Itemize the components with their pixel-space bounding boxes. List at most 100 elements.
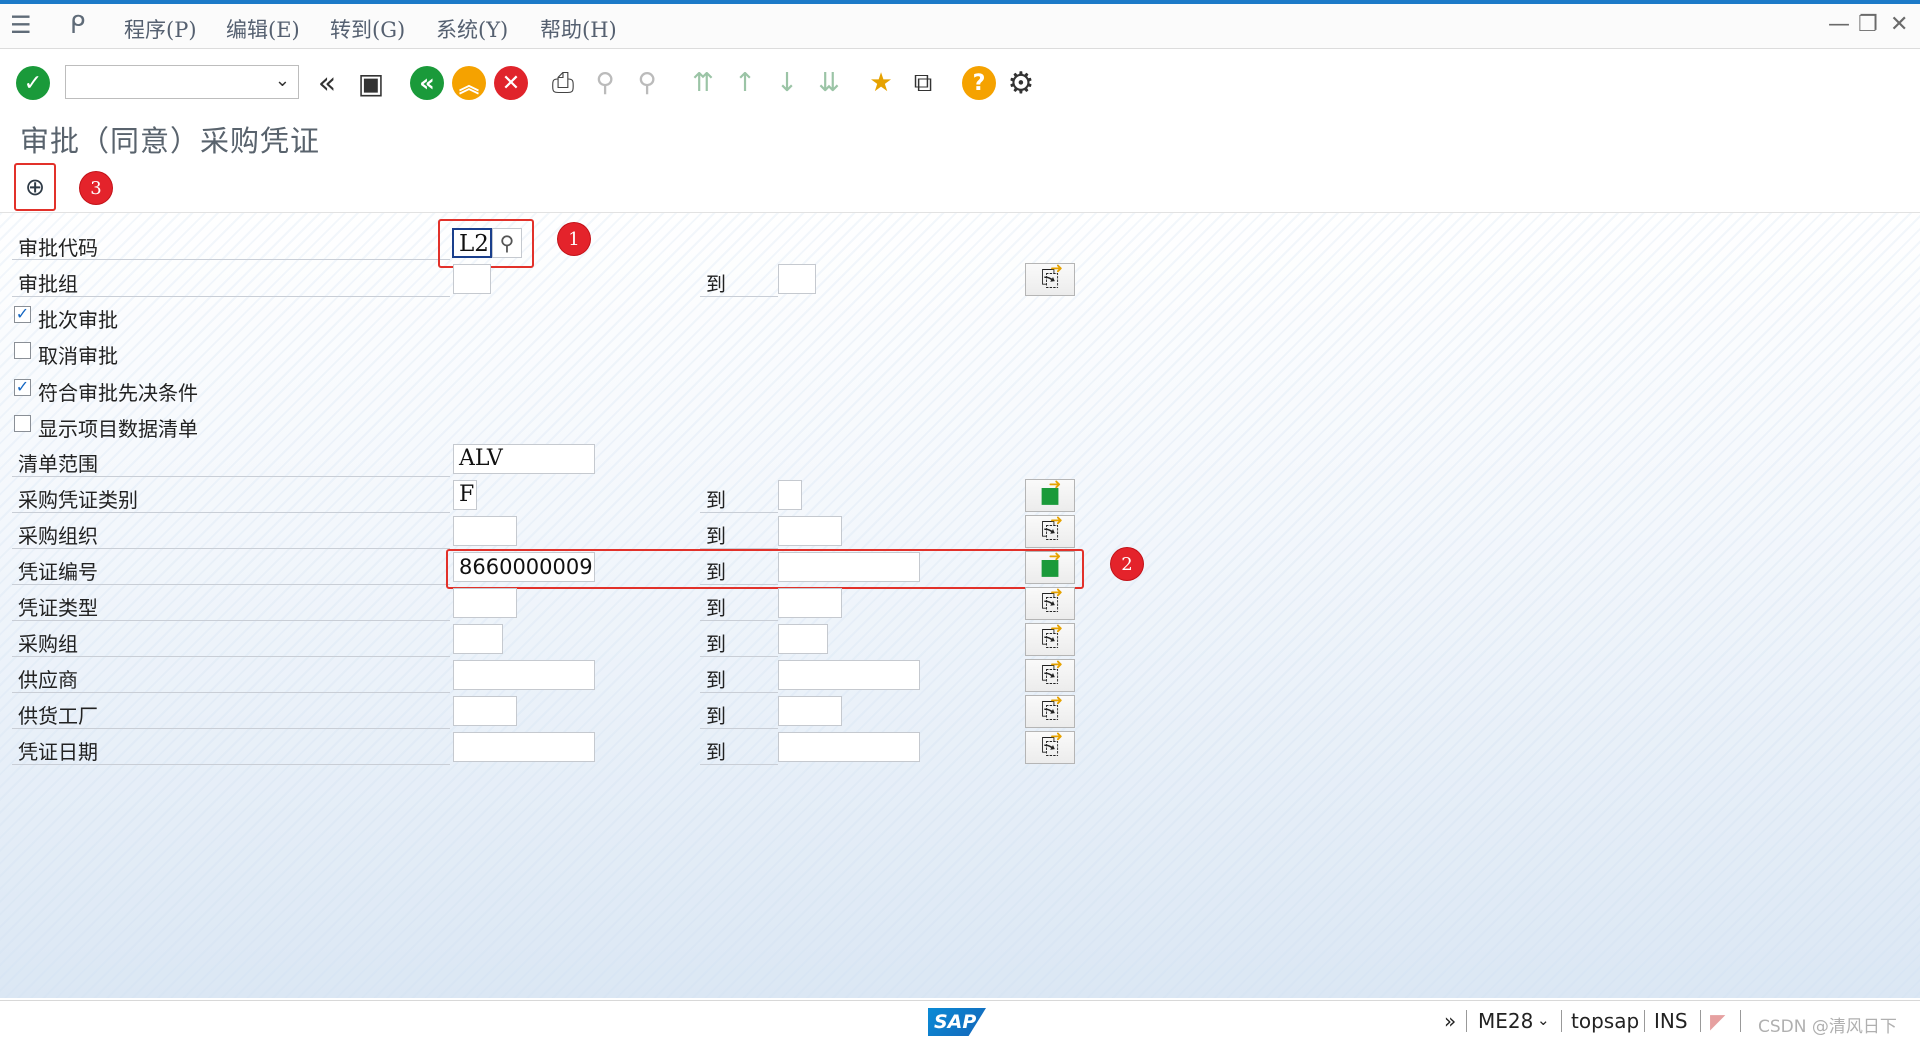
doc-date-input[interactable] [453, 732, 595, 762]
cancel-release-checkbox[interactable] [14, 342, 31, 359]
purch-org-to-label: 到 [706, 524, 726, 548]
doc-date-to-input[interactable] [778, 732, 920, 762]
new-session-icon[interactable]: ★ [864, 66, 898, 100]
list-scope-input[interactable]: ALV [453, 444, 595, 474]
menu-help[interactable]: 帮助(H) [540, 14, 617, 44]
row-divider [12, 692, 450, 693]
watermark: CSDN @清风日下 [1758, 1017, 1897, 1037]
row-divider [12, 620, 450, 621]
highlight-box-2 [446, 549, 1084, 589]
batch-release-checkbox[interactable]: ✓ [14, 306, 31, 323]
release-code-label: 审批代码 [18, 236, 98, 260]
status-separator [1466, 1010, 1467, 1032]
menu-edit[interactable]: 编辑(E) [226, 14, 300, 44]
save-icon[interactable]: ▣ [354, 66, 388, 100]
purch-org-input[interactable] [453, 516, 517, 546]
chevron-down-icon[interactable]: ⌄ [1537, 1011, 1550, 1029]
program-icon[interactable]: ᑭ [70, 11, 85, 39]
doc-category-input[interactable]: F [453, 480, 477, 510]
vendor-to-label: 到 [706, 668, 726, 692]
double-chevron-left-icon[interactable]: « [310, 66, 344, 101]
back-green-icon[interactable]: « [410, 66, 444, 100]
plant-to-input[interactable] [778, 696, 842, 726]
annotation-badge-3: 3 [80, 172, 112, 204]
purch-group-multiple-button[interactable]: ⎘ ➜ [1025, 619, 1075, 656]
doc-date-label: 凭证日期 [18, 740, 98, 764]
annotation-badge-2: 2 [1111, 548, 1143, 580]
plant-multiple-button[interactable]: ⎘ ➜ [1025, 691, 1075, 728]
menu-system[interactable]: 系统(Y) [436, 14, 508, 44]
transaction-code: ME28 [1478, 1009, 1534, 1033]
doc-date-multiple-button[interactable]: ⎘ ➜ [1025, 727, 1075, 764]
cancel-red-icon[interactable]: ✕ [494, 66, 528, 100]
release-group-multiple-button[interactable]: ⎘ ➜ [1025, 259, 1075, 296]
release-prerequisite-checkbox[interactable]: ✓ [14, 379, 31, 396]
plant-input[interactable] [453, 696, 517, 726]
close-icon[interactable]: ✕ [1890, 12, 1908, 37]
doc-type-label: 凭证类型 [18, 596, 98, 620]
shortcut-icon[interactable]: ⧉ [906, 66, 940, 100]
doc-number-label: 凭证编号 [18, 560, 98, 584]
check-circle-icon[interactable]: ✓ [16, 66, 50, 100]
doc-type-to-input[interactable] [778, 588, 842, 618]
show-item-list-checkbox[interactable] [14, 415, 31, 432]
doc-type-input[interactable] [453, 588, 517, 618]
vendor-multiple-button[interactable]: ⎘ ➜ [1025, 655, 1075, 692]
insert-mode: INS [1654, 1009, 1688, 1033]
menu-goto[interactable]: 转到(G) [330, 14, 405, 44]
selection-screen [0, 213, 1920, 998]
menu-program[interactable]: 程序(P) [124, 14, 197, 44]
exit-orange-icon[interactable]: ︽ [452, 66, 486, 100]
command-field[interactable]: ⌄ [65, 65, 299, 99]
restore-icon[interactable]: ❐ [1858, 12, 1878, 37]
purch-org-to-input[interactable] [778, 516, 842, 546]
row-divider [12, 476, 450, 477]
menu-bar: ☰ ᑭ 程序(P) 编辑(E) 转到(G) 系统(Y) 帮助(H) — ❐ ✕ [0, 4, 1920, 49]
doc-category-multiple-button[interactable]: ■ ➜ [1025, 475, 1075, 512]
multiple-selection-icon: ⎘ ➜ [1041, 727, 1063, 760]
status-flag-icon: ◤ [1710, 1009, 1726, 1033]
vendor-to-input[interactable] [778, 660, 920, 690]
vendor-input[interactable] [453, 660, 595, 690]
execute-icon: ⊕ [24, 173, 46, 201]
doc-type-multiple-button[interactable]: ⎘ ➜ [1025, 583, 1075, 620]
previous-page-icon[interactable]: ↑ [728, 66, 762, 100]
multiple-selection-icon: ⎘ ➜ [1041, 655, 1063, 688]
find-icon[interactable]: ⚲ [588, 66, 622, 100]
doc-category-to-input[interactable] [778, 480, 802, 510]
find-next-icon[interactable]: ⚲ [630, 66, 664, 100]
annotation-badge-1: 1 [558, 223, 590, 255]
purch-group-to-label: 到 [706, 632, 726, 656]
multiple-selection-icon: ⎘ ➜ [1041, 583, 1063, 616]
release-group-to-input[interactable] [778, 264, 816, 294]
menu-toggle-icon[interactable]: ☰ [10, 11, 32, 39]
release-group-to-label: 到 [706, 272, 726, 296]
show-item-list-label: 显示项目数据清单 [38, 417, 198, 441]
highlight-box-1 [438, 219, 534, 268]
next-page-icon[interactable]: ↓ [770, 66, 804, 100]
multiple-selection-icon: ⎘ ➜ [1041, 691, 1063, 724]
release-group-input[interactable] [453, 264, 491, 294]
system-name: topsap [1571, 1009, 1640, 1033]
execute-button[interactable]: ⊕ [14, 163, 56, 211]
purch-group-input[interactable] [453, 624, 503, 654]
multiple-selection-active-icon: ■ ➜ [1039, 475, 1062, 508]
row-divider [700, 728, 778, 729]
purch-group-to-input[interactable] [778, 624, 828, 654]
last-page-icon[interactable]: ⇊ [812, 66, 846, 100]
purch-org-multiple-button[interactable]: ⎘ ➜ [1025, 511, 1075, 548]
purch-group-label: 采购组 [18, 632, 78, 656]
gear-icon[interactable]: ⚙ [1004, 66, 1038, 101]
print-icon[interactable]: ⎙ [546, 66, 580, 100]
row-divider [12, 259, 450, 260]
application-toolbar [0, 160, 1920, 213]
first-page-icon[interactable]: ⇈ [686, 66, 720, 100]
page-title: 审批（同意）采购凭证 [20, 124, 321, 158]
row-divider [12, 584, 450, 585]
help-icon[interactable]: ? [962, 66, 996, 100]
row-divider [700, 692, 778, 693]
chevron-down-icon[interactable]: ⌄ [275, 70, 290, 91]
row-divider [700, 764, 778, 765]
minimize-icon[interactable]: — [1828, 12, 1850, 37]
status-expand-icon[interactable]: » [1444, 1009, 1456, 1033]
